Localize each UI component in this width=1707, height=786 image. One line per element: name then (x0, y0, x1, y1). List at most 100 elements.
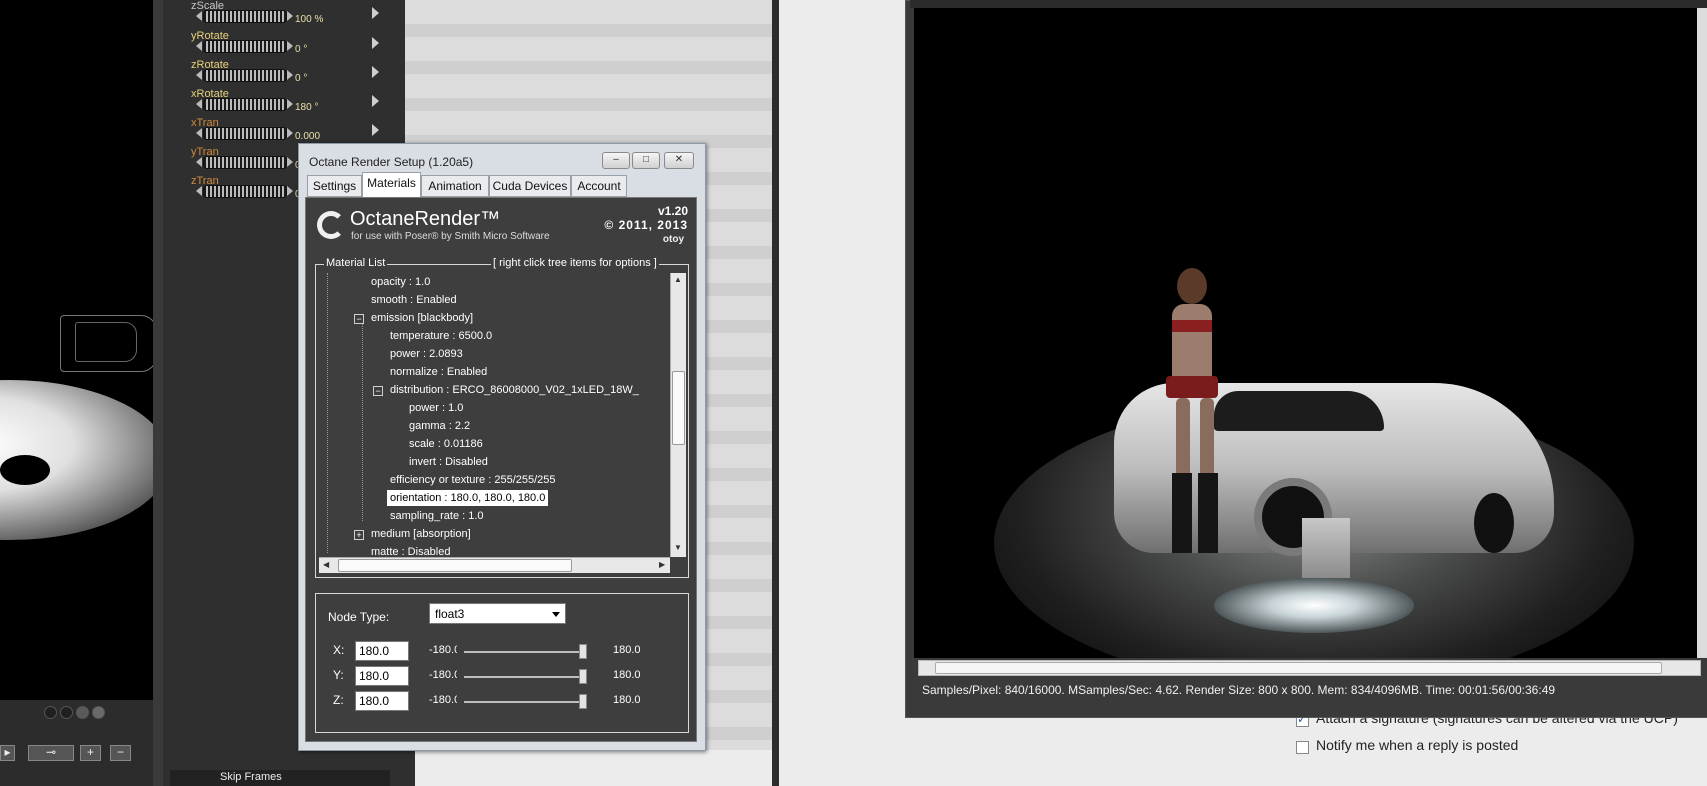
axis-max-y: 180.0 (613, 669, 641, 681)
key-button[interactable]: ⊸ (28, 745, 74, 761)
param-menu-arrow-icon[interactable] (372, 7, 379, 19)
render-vertical-scrollbar[interactable] (1697, 8, 1707, 658)
tree-item[interactable]: temperature : 6500.0 (390, 328, 492, 344)
tree-item[interactable]: efficiency or texture : 255/255/255 (390, 472, 556, 488)
tree-item[interactable]: invert : Disabled (409, 454, 488, 470)
timeline-bar: Skip Frames (170, 770, 390, 786)
axis-slider-thumb-x[interactable] (579, 644, 587, 659)
axis-min-z: -180.0 (429, 694, 457, 706)
axis-input-z[interactable]: 180.0 (355, 691, 409, 711)
figure-skirt (1166, 376, 1218, 398)
param-dial-xtran[interactable] (203, 127, 287, 140)
scroll-up-icon[interactable]: ▲ (674, 275, 682, 284)
param-dial-ztran[interactable] (203, 185, 287, 198)
octane-setup-dialog: Octane Render Setup (1.20a5) ‒ □ ✕ Setti… (298, 143, 706, 751)
collapse-icon[interactable]: − (354, 314, 364, 324)
param-value-zscale: 100 % (295, 14, 324, 25)
scroll-down-icon[interactable]: ▼ (674, 543, 682, 552)
dial-left-icon[interactable] (196, 157, 202, 167)
dial-left-icon[interactable] (196, 41, 202, 51)
dial-left-icon[interactable] (196, 186, 202, 196)
axis-min-y: -180.0 (429, 669, 457, 681)
param-menu-arrow-icon[interactable] (372, 66, 379, 78)
axis-slider-thumb-z[interactable] (579, 694, 587, 709)
scroll-right-icon[interactable]: ▶ (659, 560, 665, 569)
param-dial-zscale[interactable] (203, 10, 287, 23)
node-type-select[interactable]: float3 (429, 603, 566, 624)
dial-right-icon[interactable] (287, 70, 293, 80)
dial-left-icon[interactable] (196, 70, 202, 80)
collapse-icon[interactable]: − (373, 386, 383, 396)
close-button[interactable]: ✕ (664, 152, 694, 169)
tree-item[interactable]: matte : Disabled (371, 544, 450, 556)
dial-right-icon[interactable] (287, 99, 293, 109)
tree-item[interactable]: smooth : Enabled (371, 292, 457, 308)
render-scroll-thumb[interactable] (935, 662, 1662, 674)
expand-icon[interactable]: + (354, 530, 364, 540)
param-dial-zrotate[interactable] (203, 69, 287, 82)
tree-item[interactable]: orientation : 180.0, 180.0, 180.0 (387, 490, 549, 506)
render-image[interactable] (914, 8, 1700, 658)
dial-left-icon[interactable] (196, 99, 202, 109)
dial-right-icon[interactable] (287, 157, 293, 167)
param-menu-arrow-icon[interactable] (372, 37, 379, 49)
axis-input-y[interactable]: 180.0 (355, 666, 409, 686)
dial-left-icon[interactable] (196, 128, 202, 138)
remove-key-button[interactable]: − (110, 745, 131, 761)
figure-head (1177, 268, 1207, 304)
tree-item[interactable]: sampling_rate : 1.0 (390, 508, 484, 524)
tree-item[interactable]: distribution : ERCO_86008000_V02_1xLED_1… (390, 382, 639, 398)
dial-right-icon[interactable] (287, 186, 293, 196)
dial-right-icon[interactable] (287, 128, 293, 138)
tree-item[interactable]: opacity : 1.0 (371, 274, 430, 290)
tree-item[interactable]: normalize : Enabled (390, 364, 487, 380)
figure-boot-left (1172, 473, 1192, 553)
notify-reply-checkbox[interactable] (1296, 741, 1309, 754)
tab-cuda-devices[interactable]: Cuda Devices (489, 175, 571, 197)
maximize-button[interactable]: □ (632, 152, 660, 169)
tree-item[interactable]: power : 1.0 (409, 400, 463, 416)
floor-shadow (0, 455, 50, 485)
display-dot-2[interactable] (60, 706, 73, 719)
light-wireframe-inner (75, 322, 137, 362)
add-key-button[interactable]: + (80, 745, 101, 761)
axis-slider-track-z[interactable] (464, 701, 585, 703)
poser-viewport[interactable] (0, 0, 153, 700)
display-dot-1[interactable] (44, 706, 57, 719)
tree-item[interactable]: emission [blackbody] (371, 310, 473, 326)
display-dot-4[interactable] (92, 706, 105, 719)
axis-slider-track-y[interactable] (464, 676, 585, 678)
light-box (1302, 518, 1350, 578)
materials-panel: OctaneRender™ for use with Poser® by Smi… (305, 197, 697, 742)
logo-title: OctaneRender™ (350, 208, 501, 230)
tab-account[interactable]: Account (571, 175, 627, 197)
param-dial-xrotate[interactable] (203, 98, 287, 111)
display-dot-3[interactable] (76, 706, 89, 719)
dial-right-icon[interactable] (287, 11, 293, 21)
tree-vertical-thumb[interactable] (672, 371, 685, 445)
tree-item[interactable]: scale : 0.01186 (409, 436, 483, 452)
tree-item[interactable]: medium [absorption] (371, 526, 471, 542)
param-dial-yrotate[interactable] (203, 40, 287, 53)
minimize-button[interactable]: ‒ (602, 152, 630, 169)
tree-item[interactable]: power : 2.0893 (390, 346, 463, 362)
chevron-down-icon (552, 612, 560, 617)
param-menu-arrow-icon[interactable] (372, 95, 379, 107)
tree-guide-line (327, 273, 329, 553)
dial-right-icon[interactable] (287, 41, 293, 51)
param-menu-arrow-icon[interactable] (372, 124, 379, 136)
tree-horizontal-thumb[interactable] (338, 559, 572, 572)
axis-slider-track-x[interactable] (464, 651, 585, 653)
play-button[interactable]: ▸ (0, 745, 15, 761)
param-dial-ytran[interactable] (203, 156, 287, 169)
dial-left-icon[interactable] (196, 11, 202, 21)
tab-animation[interactable]: Animation (421, 175, 489, 197)
axis-input-x[interactable]: 180.0 (355, 641, 409, 661)
material-tree[interactable]: opacity : 1.0 smooth : Enabled − emission [… (319, 273, 670, 556)
tab-materials[interactable]: Materials (362, 172, 421, 197)
tab-settings[interactable]: Settings (307, 175, 362, 197)
tree-item[interactable]: gamma : 2.2 (409, 418, 470, 434)
axis-slider-thumb-y[interactable] (579, 669, 587, 684)
scroll-left-icon[interactable]: ◀ (323, 560, 329, 569)
render-toolbar (910, 0, 1707, 8)
